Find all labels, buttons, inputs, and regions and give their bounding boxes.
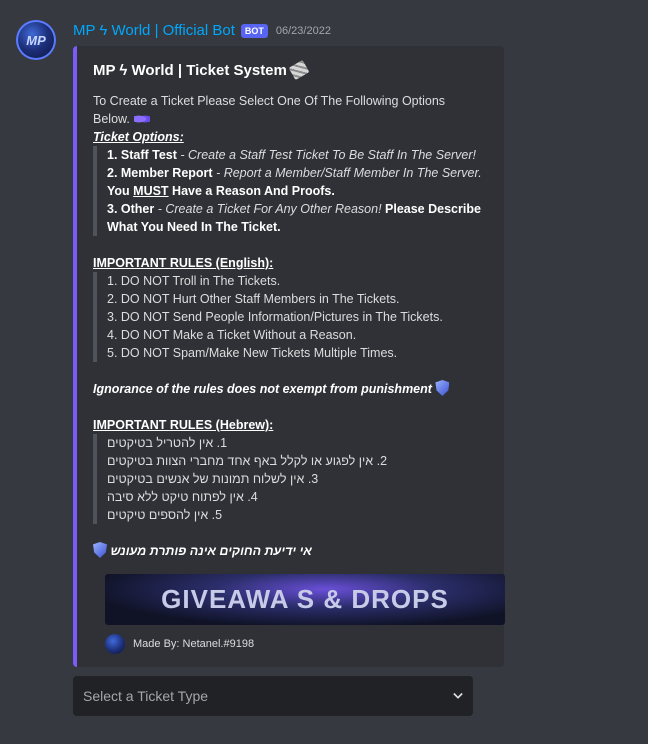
message-timestamp: 06/23/2022: [275, 24, 331, 37]
option-1-label: 1. Staff Test: [107, 148, 177, 162]
rule-en-item: 4. DO NOT Make a Ticket Without a Reason…: [107, 328, 357, 342]
rule-en-item: 2. DO NOT Hurt Other Staff Members in Th…: [107, 292, 400, 306]
rules-he-heading: IMPORTANT RULES (Hebrew):: [93, 418, 274, 432]
rule-he-item: 5. אין להספים טיקטים: [107, 508, 223, 522]
rules-he-quote: 1. אין להטריל בטיקטים 2. אין לפגוע או לק…: [93, 434, 493, 524]
rule-he-item: 1. אין להטריל בטיקטים: [107, 436, 228, 450]
lips-icon: [133, 114, 150, 124]
option-3-extra-a: Please Describe: [381, 202, 481, 216]
intro-line-2: Below.: [93, 110, 493, 128]
banner-text: GIVEAWA S & DROPS: [161, 584, 449, 614]
footer-text: Made By: Netanel.#9198: [133, 638, 255, 650]
chevron-down-icon: [453, 691, 463, 701]
footer-avatar: [105, 634, 125, 654]
intro-line-2-text: Below.: [93, 112, 130, 126]
option-1-desc: - Create a Staff Test Ticket To Be Staff…: [176, 148, 477, 162]
options-quote: 1. Staff Test - Create a Staff Test Tick…: [93, 146, 493, 236]
embed: MP ϟ World | Ticket System To Create a T…: [73, 46, 505, 667]
rule-he-item: 2. אין לפגוע או לקלל באף אחד מחברי הצוות…: [107, 454, 388, 468]
bot-avatar[interactable]: MP: [16, 20, 56, 60]
option-3-extra-b: What You Need In The Ticket.: [107, 220, 281, 234]
option-2-must: MUST: [133, 184, 169, 198]
giveaways-banner-image[interactable]: GIVEAWA S & DROPS: [105, 574, 505, 625]
bot-badge: BOT: [240, 23, 268, 38]
avatar-text: MP: [26, 32, 46, 48]
embed-title: MP ϟ World | Ticket System: [93, 59, 310, 81]
shield-icon: [93, 542, 107, 558]
rules-en-quote: 1. DO NOT Troll in The Tickets. 2. DO NO…: [93, 272, 493, 362]
embed-footer: Made By: Netanel.#9198: [105, 634, 254, 654]
intro-line-1: To Create a Ticket Please Select One Of …: [93, 94, 446, 108]
shield-icon: [435, 380, 450, 396]
rules-en-heading: IMPORTANT RULES (English):: [93, 256, 274, 270]
ticket-type-select[interactable]: Select a Ticket Type: [73, 676, 473, 716]
option-2-label: 2. Member Report: [107, 166, 213, 180]
ignorance-en-text: Ignorance of the rules does not exempt f…: [93, 382, 432, 396]
rule-en-item: 5. DO NOT Spam/Make New Tickets Multiple…: [107, 346, 398, 360]
message-header: MP ϟ World | Official Bot BOT 06/23/2022: [73, 22, 331, 39]
bot-username[interactable]: MP ϟ World | Official Bot: [73, 22, 235, 39]
rule-he-item: 4. אין לפתוח טיקט ללא סיבה: [107, 490, 258, 504]
rule-he-item: 3. אין לשלוח תמונות של אנשים בטיקטים: [107, 472, 319, 486]
option-2-desc: - Report a Member/Staff Member In The Se…: [212, 166, 482, 180]
ignorance-en: Ignorance of the rules does not exempt f…: [93, 380, 493, 398]
option-3-desc: - Create a Ticket For Any Other Reason!: [154, 202, 382, 216]
ignorance-he: אי ידיעת החוקים אינה פותרת מעונש: [93, 542, 493, 560]
options-heading: Ticket Options:: [93, 130, 184, 144]
ignorance-he-text: אי ידיעת החוקים אינה פותרת מעונש: [110, 544, 312, 558]
rule-en-item: 3. DO NOT Send People Information/Pictur…: [107, 310, 443, 324]
select-placeholder: Select a Ticket Type: [83, 688, 209, 704]
embed-description: To Create a Ticket Please Select One Of …: [93, 92, 493, 560]
rule-en-item: 1. DO NOT Troll in The Tickets.: [107, 274, 281, 288]
option-3-label: 3. Other: [107, 202, 155, 216]
embed-title-text: MP ϟ World | Ticket System: [93, 62, 287, 79]
ticket-icon: [288, 59, 310, 81]
option-2-extra-a: You: [107, 184, 134, 198]
option-2-extra-b: Have a Reason And Proofs.: [168, 184, 335, 198]
